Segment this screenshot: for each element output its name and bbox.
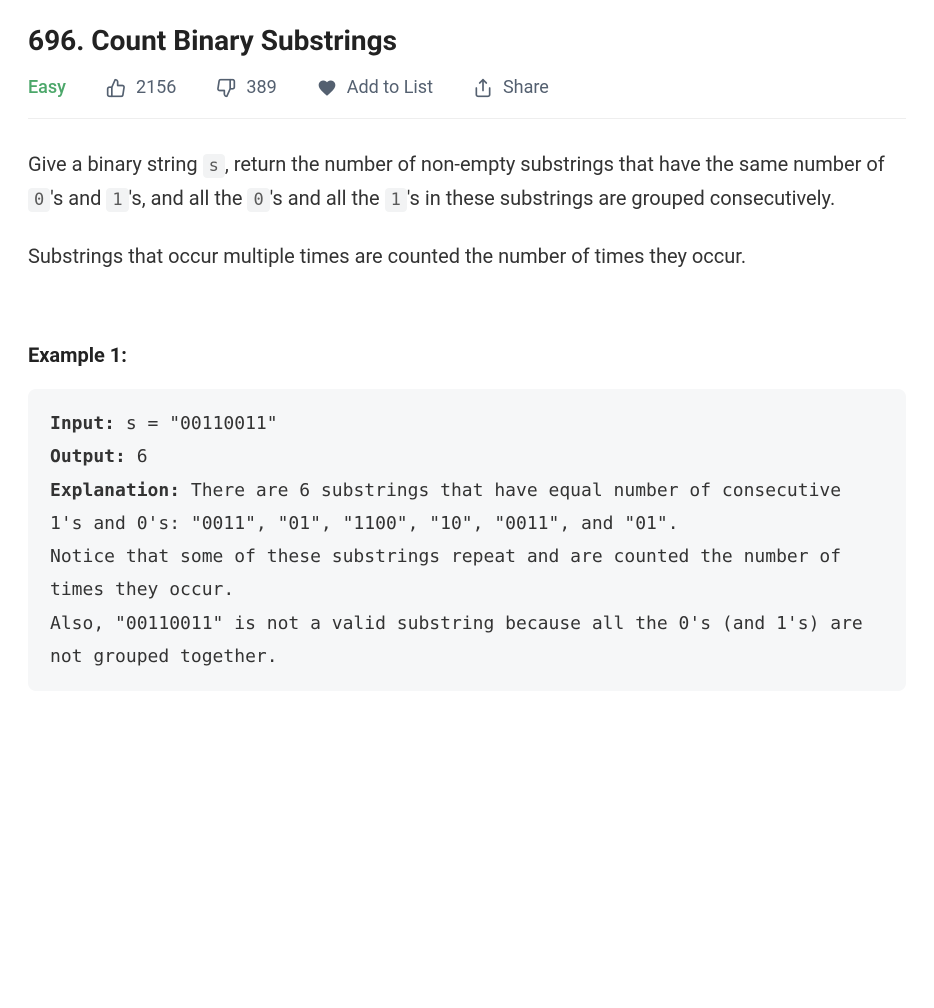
desc-text: 's and [50,186,106,210]
add-to-list-label: Add to List [347,77,433,98]
desc-text: 's in these substrings are grouped conse… [407,186,835,210]
code-inline: 1 [385,188,407,212]
code-inline: 0 [28,188,50,212]
desc-text: 's and all the [270,186,385,210]
thumbs-down-icon [216,78,236,98]
problem-title: 696. Count Binary Substrings [28,24,906,57]
desc-text: , return the number of non-empty substri… [225,152,885,176]
share-label: Share [503,77,549,98]
meta-row: Easy 2156 389 Add to List Share [28,77,906,119]
dislikes-button[interactable]: 389 [216,77,276,98]
likes-button[interactable]: 2156 [106,77,176,98]
likes-count: 2156 [136,77,176,98]
description-paragraph: Substrings that occur multiple times are… [28,239,906,273]
share-icon [473,78,493,98]
example-heading: Example 1: [28,343,906,367]
desc-text: Give a binary string [28,152,203,176]
desc-text: 's, and all the [129,186,248,210]
description-paragraph: Give a binary string s, return the numbe… [28,147,906,215]
example-explanation-label: Explanation: [50,480,180,501]
example-block: Input: s = "00110011" Output: 6 Explanat… [28,389,906,691]
example-input-label: Input: [50,413,115,434]
share-button[interactable]: Share [473,77,549,98]
difficulty-badge: Easy [28,77,66,98]
example-explanation-value: There are 6 substrings that have equal n… [50,480,874,667]
dislikes-count: 389 [246,77,276,98]
thumbs-up-icon [106,78,126,98]
code-inline: s [203,154,225,178]
problem-description: Give a binary string s, return the numbe… [28,147,906,273]
code-inline: 1 [106,188,128,212]
example-input-value: s = "00110011" [115,413,278,434]
add-to-list-button[interactable]: Add to List [317,77,433,98]
code-inline: 0 [247,188,269,212]
example-output-label: Output: [50,446,126,467]
example-output-value: 6 [126,446,148,467]
heart-icon [317,78,337,98]
